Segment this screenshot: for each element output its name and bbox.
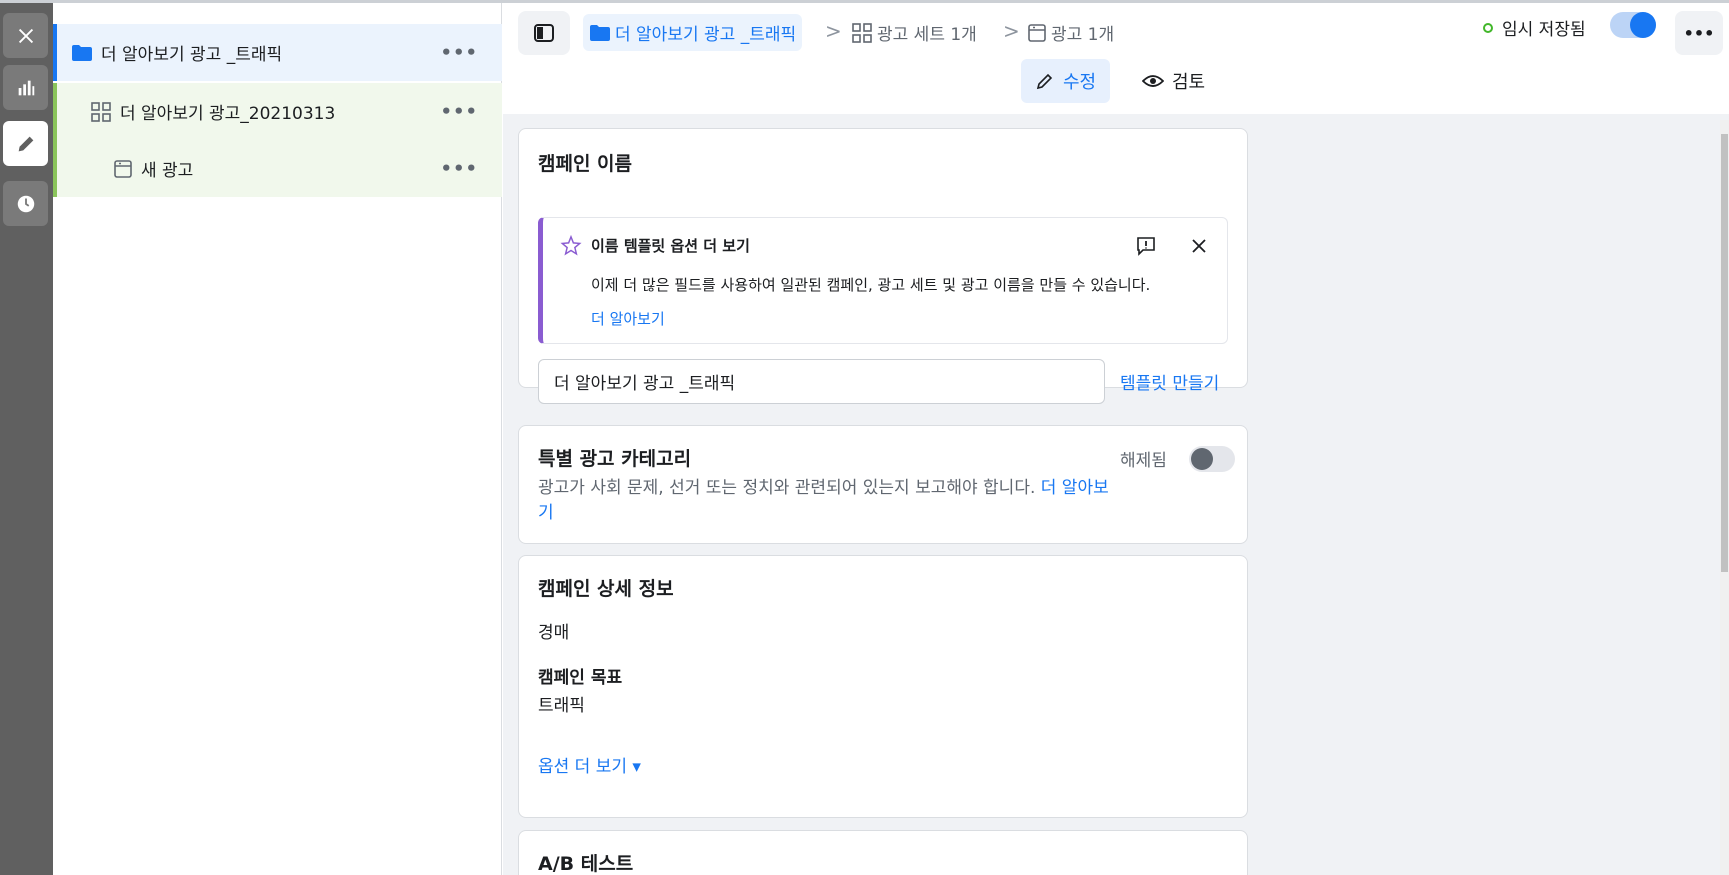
tree-item-label: 새 광고 bbox=[141, 161, 194, 181]
pencil-icon bbox=[18, 136, 33, 151]
draft-status: 임시 저장됨 bbox=[1483, 15, 1586, 40]
feedback-icon[interactable] bbox=[1135, 235, 1157, 257]
campaign-name-card: 캠페인 이름 이름 템플릿 옵션 더 보기 이제 더 많은 필드를 사용하여 일… bbox=[518, 128, 1248, 404]
history-button[interactable] bbox=[3, 181, 48, 226]
folder-icon bbox=[590, 24, 610, 41]
campaign-tree-panel: 더 알아보기 광고 _트래픽 ••• 더 알아보기 광고_20210313 ••… bbox=[53, 3, 502, 875]
notice-title: 이름 템플릿 옵션 더 보기 bbox=[591, 237, 750, 255]
special-category-toggle[interactable] bbox=[1189, 446, 1235, 472]
tab-edit-label: 수정 bbox=[1063, 72, 1097, 93]
left-rail bbox=[0, 0, 53, 875]
breadcrumb-campaign[interactable]: 더 알아보기 광고 _트래픽 bbox=[583, 14, 803, 51]
category-description-text: 광고가 사회 문제, 선거 또는 정치와 관련되어 있는지 보고해야 합니다. bbox=[538, 478, 1041, 498]
scrollbar[interactable] bbox=[1720, 120, 1729, 875]
more-options-icon[interactable]: ••• bbox=[440, 101, 478, 122]
grid-icon bbox=[852, 22, 872, 43]
tab-review-label: 검토 bbox=[1172, 72, 1206, 93]
objective-value: 트래픽 bbox=[538, 696, 585, 716]
eye-icon bbox=[1142, 75, 1164, 87]
sidebar-icon bbox=[534, 24, 554, 42]
editor-header: 더 알아보기 광고 _트래픽 > 광고 세트 1개 > 광고 1개 임시 저장됨… bbox=[503, 3, 1729, 114]
breadcrumb-adsets-label: 광고 세트 1개 bbox=[877, 25, 977, 45]
campaign-name-input[interactable]: 더 알아보기 광고 _트래픽 bbox=[538, 359, 1105, 404]
edit-button[interactable] bbox=[3, 121, 48, 166]
scrollbar-thumb[interactable] bbox=[1721, 134, 1728, 572]
tree-item-campaign[interactable]: 더 알아보기 광고 _트래픽 ••• bbox=[53, 24, 502, 81]
breadcrumb-ads[interactable]: 광고 1개 bbox=[1027, 14, 1114, 51]
learn-more-link[interactable]: 더 알아보기 bbox=[591, 308, 665, 329]
close-icon[interactable] bbox=[1188, 235, 1210, 257]
objective-label: 캠페인 목표 bbox=[538, 668, 623, 688]
toggle-panel-button[interactable] bbox=[518, 11, 570, 55]
chevron-right-icon: > bbox=[1003, 19, 1020, 43]
tree-item-ad[interactable]: 새 광고 ••• bbox=[53, 140, 502, 197]
folder-icon bbox=[72, 44, 92, 61]
category-description: 광고가 사회 문제, 선거 또는 정치와 관련되어 있는지 보고해야 합니다. … bbox=[538, 476, 1118, 526]
create-template-link[interactable]: 템플릿 만들기 bbox=[1120, 369, 1219, 394]
saved-status-dot bbox=[1483, 22, 1493, 33]
close-button[interactable] bbox=[3, 13, 48, 58]
tree-item-label: 더 알아보기 광고 _트래픽 bbox=[101, 45, 283, 65]
tab-edit[interactable]: 수정 bbox=[1021, 59, 1111, 103]
breadcrumb-campaign-label: 더 알아보기 광고 _트래픽 bbox=[615, 25, 797, 45]
saved-status-label: 임시 저장됨 bbox=[1502, 20, 1586, 40]
category-state-label: 해제됨 bbox=[1120, 451, 1167, 471]
campaign-details-card: 캠페인 상세 정보 경매 캠페인 목표 트래픽 옵션 더 보기 ▾ bbox=[518, 555, 1248, 818]
ab-test-card: A/B 테스트 bbox=[518, 830, 1248, 875]
card-title: 캠페인 이름 bbox=[538, 153, 633, 175]
tree-item-adset[interactable]: 더 알아보기 광고_20210313 ••• bbox=[53, 83, 502, 140]
chevron-right-icon: > bbox=[825, 19, 842, 43]
grid-icon bbox=[91, 101, 111, 122]
card-title: 캠페인 상세 정보 bbox=[538, 578, 674, 600]
name-template-notice: 이름 템플릿 옵션 더 보기 이제 더 많은 필드를 사용하여 일관된 캠페인,… bbox=[538, 217, 1228, 344]
card-title: 특별 광고 카테고리 bbox=[538, 448, 692, 470]
more-options-icon[interactable]: ••• bbox=[440, 158, 478, 179]
ad-window-icon bbox=[1028, 23, 1046, 42]
draft-toggle[interactable] bbox=[1610, 12, 1656, 38]
notice-body: 이제 더 많은 필드를 사용하여 일관된 캠페인, 광고 세트 및 광고 이름을… bbox=[591, 276, 1151, 294]
breadcrumb-ads-label: 광고 1개 bbox=[1051, 25, 1115, 45]
tab-review[interactable]: 검토 bbox=[1128, 59, 1219, 103]
pencil-icon bbox=[1036, 73, 1053, 90]
chart-bar-icon bbox=[18, 80, 34, 95]
more-options-icon[interactable]: ••• bbox=[440, 42, 478, 63]
special-ad-category-card: 특별 광고 카테고리 광고가 사회 문제, 선거 또는 정치와 관련되어 있는지… bbox=[518, 425, 1248, 544]
more-button[interactable]: ••• bbox=[1675, 11, 1723, 55]
close-icon bbox=[18, 28, 33, 43]
star-icon bbox=[560, 235, 582, 256]
editor-main: 캠페인 이름 이름 템플릿 옵션 더 보기 이제 더 많은 필드를 사용하여 일… bbox=[503, 114, 1729, 875]
buying-type-value: 경매 bbox=[538, 623, 570, 643]
breadcrumb-adsets[interactable]: 광고 세트 1개 bbox=[851, 14, 977, 51]
ad-window-icon bbox=[114, 159, 132, 178]
more-options-link[interactable]: 옵션 더 보기 ▾ bbox=[538, 752, 641, 777]
card-title: A/B 테스트 bbox=[538, 853, 634, 875]
reporting-button[interactable] bbox=[3, 65, 48, 110]
tree-item-label: 더 알아보기 광고_20210313 bbox=[120, 104, 336, 124]
clock-icon bbox=[17, 195, 34, 212]
